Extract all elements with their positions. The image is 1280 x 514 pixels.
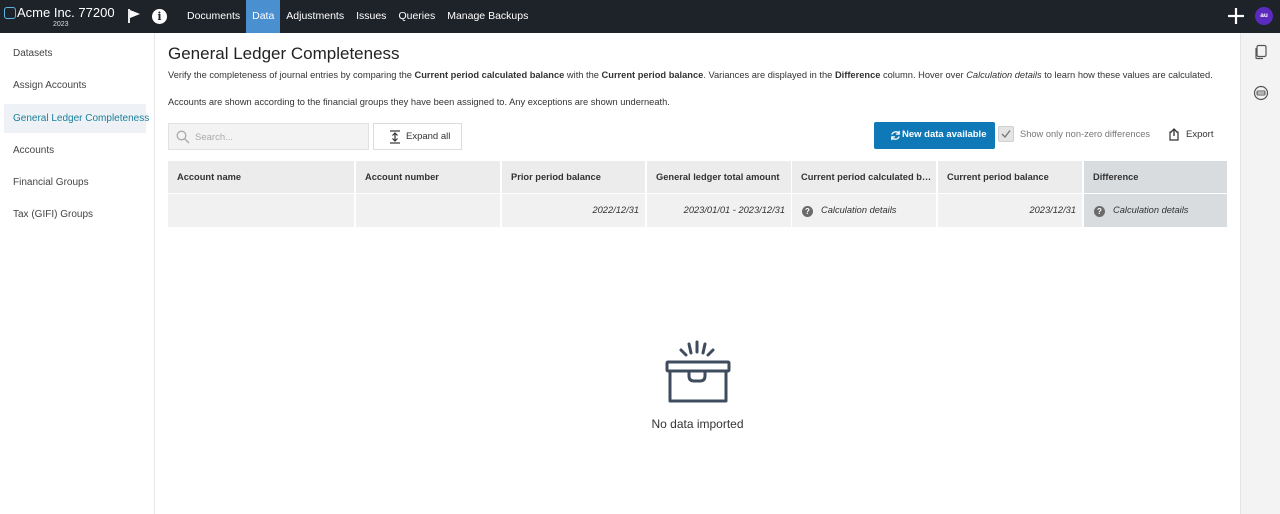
- difference-calculation-details-label: Calculation details: [1113, 205, 1189, 215]
- subheader-ledger-date-range: 2023/01/01 - 2023/12/31: [647, 194, 791, 227]
- help-icon: ?: [1094, 206, 1105, 217]
- new-data-available-button[interactable]: New data available: [874, 122, 995, 149]
- help-icon: ?: [802, 206, 813, 217]
- nav-adjustments[interactable]: Adjustments: [280, 0, 350, 33]
- export-button[interactable]: Export: [1166, 126, 1226, 144]
- expand-all-button[interactable]: Expand all: [373, 123, 462, 150]
- avatar[interactable]: au: [1255, 7, 1273, 25]
- column-header-general-ledger-total[interactable]: General ledger total amount: [647, 161, 791, 193]
- calculation-details-link[interactable]: ? Calculation details: [792, 194, 936, 227]
- api-icon[interactable]: [1253, 85, 1269, 101]
- export-label: Export: [1186, 129, 1214, 140]
- expand-all-label: Expand all: [406, 131, 451, 142]
- copy-icon[interactable]: [1253, 44, 1269, 60]
- column-header-account-name[interactable]: Account name: [168, 161, 354, 193]
- subheader-current-period-date: 2023/12/31: [938, 194, 1082, 227]
- sidebar-item-accounts[interactable]: Accounts: [4, 136, 146, 165]
- company-name: Acme Inc. 77200: [17, 5, 115, 20]
- nav-documents[interactable]: Documents: [181, 0, 246, 33]
- subheader-cell-account-name: [168, 194, 354, 227]
- column-header-current-period-balance[interactable]: Current period balance: [938, 161, 1082, 193]
- column-header-prior-period-balance[interactable]: Prior period balance: [502, 161, 645, 193]
- export-icon: [1169, 128, 1179, 141]
- search-box: [168, 123, 369, 150]
- sidebar-item-assign-accounts[interactable]: Assign Accounts: [4, 71, 146, 100]
- show-nonzero-label[interactable]: Show only non-zero differences: [1020, 129, 1150, 139]
- check-icon: [1001, 130, 1011, 139]
- search-input[interactable]: [195, 128, 360, 146]
- new-data-available-label: New data available: [902, 129, 987, 140]
- empty-box-icon: [665, 340, 731, 403]
- column-header-current-calculated-balance[interactable]: Current period calculated bala...: [792, 161, 936, 193]
- difference-calculation-details-link[interactable]: ? Calculation details: [1084, 194, 1227, 227]
- empty-state-message: No data imported: [651, 417, 744, 431]
- company-year: 2023: [53, 21, 69, 28]
- calculation-details-label: Calculation details: [821, 205, 897, 215]
- flag-icon[interactable]: [126, 8, 142, 24]
- search-icon: [176, 130, 190, 144]
- completeness-table: Account name Account number Prior period…: [168, 161, 1227, 227]
- subheader-cell-account-number: [356, 194, 500, 227]
- sidebar-item-financial-groups[interactable]: Financial Groups: [4, 168, 146, 197]
- nav-queries[interactable]: Queries: [392, 0, 441, 33]
- column-header-difference[interactable]: Difference: [1084, 161, 1227, 193]
- page-description: Verify the completeness of journal entri…: [168, 70, 1213, 80]
- sidebar-item-general-ledger-completeness[interactable]: General Ledger Completeness: [4, 104, 149, 133]
- nav-issues[interactable]: Issues: [350, 0, 392, 33]
- sidebar-item-tax-gifi-groups[interactable]: Tax (GIFI) Groups: [4, 200, 146, 229]
- groups-note: Accounts are shown according to the fina…: [168, 97, 670, 107]
- company-logo-icon: [4, 7, 16, 19]
- sidebar-item-datasets[interactable]: Datasets: [4, 39, 146, 68]
- main-nav: Documents Data Adjustments Issues Querie…: [181, 0, 534, 33]
- nav-data[interactable]: Data: [246, 0, 281, 33]
- top-bar: Acme Inc. 77200 2023 i Documents Data Ad…: [0, 0, 1280, 33]
- sidebar: Datasets Assign Accounts General Ledger …: [0, 33, 155, 514]
- refresh-icon: [891, 130, 900, 141]
- right-rail: [1240, 33, 1280, 514]
- column-header-account-number[interactable]: Account number: [356, 161, 500, 193]
- plus-icon[interactable]: [1226, 6, 1246, 26]
- subheader-prior-period-date: 2022/12/31: [502, 194, 645, 227]
- page-title: General Ledger Completeness: [168, 44, 400, 63]
- info-icon[interactable]: i: [152, 9, 167, 24]
- expand-icon: [390, 130, 400, 144]
- company-switcher[interactable]: Acme Inc. 77200 2023: [4, 4, 115, 30]
- show-nonzero-checkbox[interactable]: [998, 126, 1014, 142]
- nav-manage-backups[interactable]: Manage Backups: [441, 0, 534, 33]
